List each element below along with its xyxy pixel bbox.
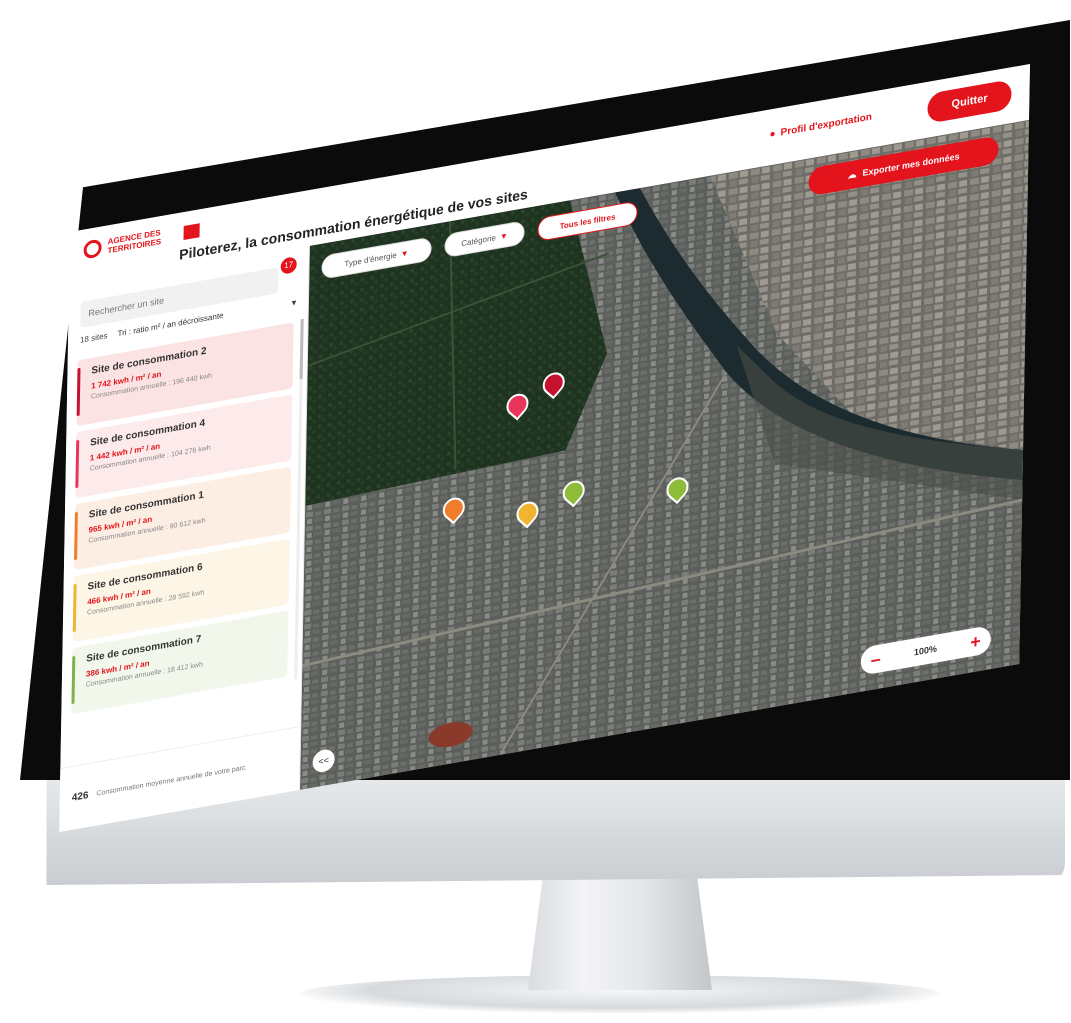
site-list: Site de consommation 21 742 kwh / m² / a… [61, 317, 300, 758]
zoom-level: 100% [913, 643, 938, 658]
quit-button[interactable]: Quitter [927, 79, 1012, 124]
category-filter-label: Catégorie [461, 232, 497, 248]
scrollbar-thumb[interactable] [299, 318, 304, 380]
profile-link[interactable]: ● Profil d'exportation [769, 112, 872, 141]
sidebar: 17 18 sites Tri : ratio m² / an décroiss… [59, 245, 310, 832]
cloud-download-icon: ☁ [847, 168, 857, 181]
consumption-level-bar [74, 511, 78, 561]
zoom-out-button[interactable]: – [871, 648, 881, 670]
average-consumption-value: 426 [71, 789, 89, 804]
chevron-down-icon: ▼ [400, 247, 409, 259]
logo-text: AGENCE DES TERRITOIRES [107, 228, 162, 256]
flag-icon [183, 223, 200, 241]
site-count-label: 18 sites [79, 331, 108, 345]
profile-link-label: Profil d'exportation [780, 111, 872, 139]
zoom-in-button[interactable]: + [970, 631, 981, 653]
consumption-level-bar [72, 583, 77, 633]
consumption-level-bar [75, 439, 80, 489]
consumption-level-bar [76, 367, 81, 417]
average-consumption-label: Consommation moyenne annuelle de votre p… [96, 764, 246, 798]
chevron-down-icon: ▼ [499, 230, 508, 242]
reset-filters-label: Tous les filtres [559, 211, 616, 231]
chevron-down-icon[interactable]: ▼ [290, 298, 298, 308]
consumption-level-bar [71, 655, 76, 705]
user-icon: ● [769, 128, 776, 141]
logo-ring-icon [83, 238, 102, 260]
result-count-badge: 17 [280, 256, 297, 275]
energy-type-filter-label: Type d'énergie [344, 250, 397, 269]
